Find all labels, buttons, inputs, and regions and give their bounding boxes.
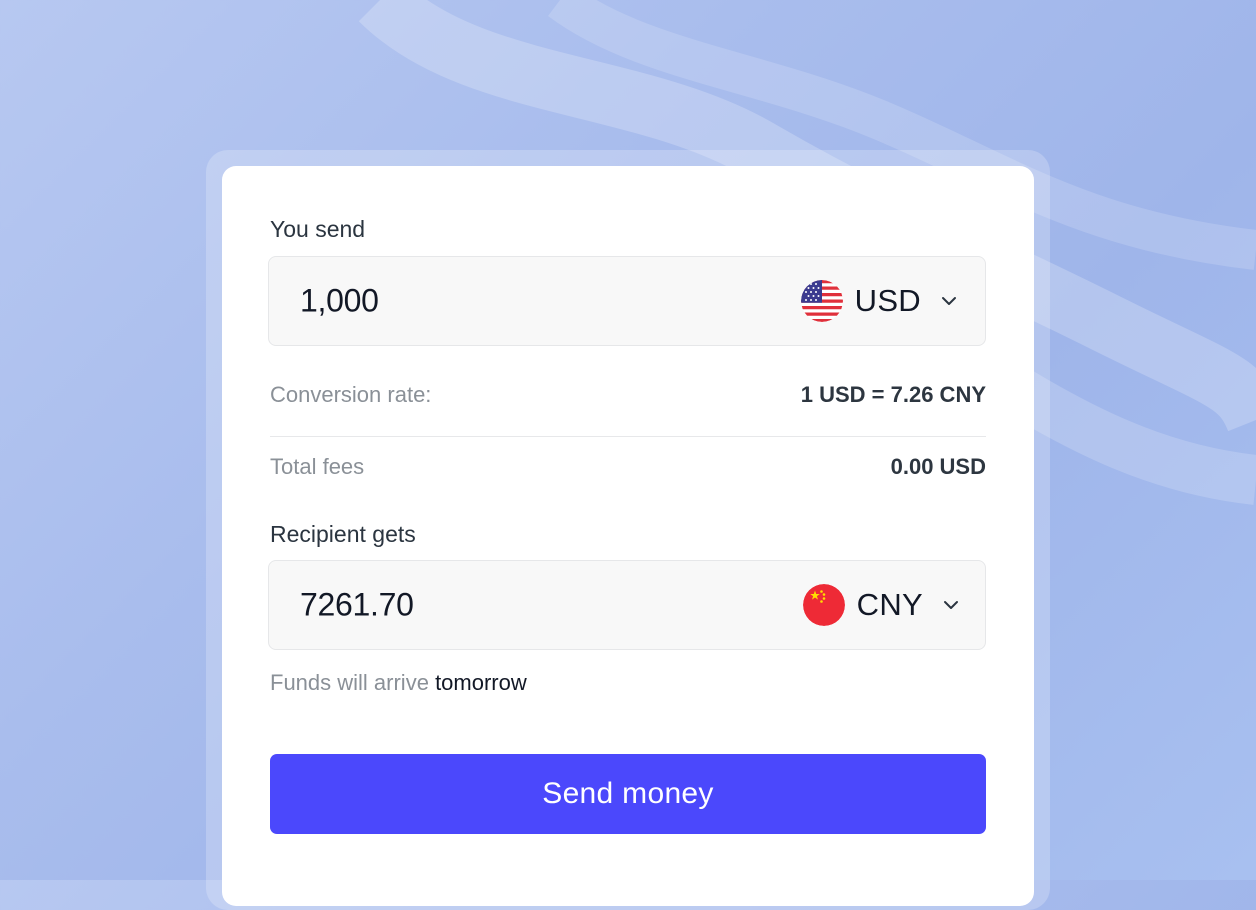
total-fees-value: 0.00 USD — [890, 454, 986, 479]
chevron-down-icon[interactable] — [939, 291, 959, 311]
arrival-time: tomorrow — [435, 670, 527, 695]
recipient-label: Recipient gets — [270, 521, 416, 547]
conversion-rate-value: 1 USD = 7.26 CNY — [800, 382, 986, 407]
recipient-amount-field[interactable]: 7261.70 CNY — [268, 560, 986, 650]
recipient-amount-value[interactable]: 7261.70 — [300, 587, 414, 624]
send-currency-select[interactable]: USD — [800, 277, 959, 325]
recipient-currency-select[interactable]: CNY — [802, 581, 961, 629]
send-amount-field[interactable]: 1,000 USD — [268, 256, 986, 346]
send-amount-value[interactable]: 1,000 — [300, 283, 379, 320]
arrival-note: Funds will arrive tomorrow — [270, 670, 527, 696]
conversion-rate-row: Conversion rate: 1 USD = 7.26 CNY — [270, 382, 986, 408]
total-fees-row: Total fees 0.00 USD — [270, 454, 986, 480]
us-flag-icon — [800, 280, 843, 322]
recipient-currency-code[interactable]: CNY — [857, 587, 923, 623]
conversion-rate-label: Conversion rate: — [270, 382, 432, 407]
send-currency-code[interactable]: USD — [855, 283, 921, 319]
total-fees-label: Total fees — [270, 454, 365, 479]
chevron-down-icon[interactable] — [941, 595, 961, 615]
divider — [270, 436, 986, 437]
send-money-button[interactable]: Send money — [270, 754, 986, 834]
transfer-card: You send 1,000 USD Conversion rate: 1 US… — [222, 166, 1034, 906]
china-flag-icon — [802, 584, 845, 626]
send-label: You send — [270, 216, 366, 242]
arrival-prefix: Funds will arrive — [270, 670, 429, 695]
